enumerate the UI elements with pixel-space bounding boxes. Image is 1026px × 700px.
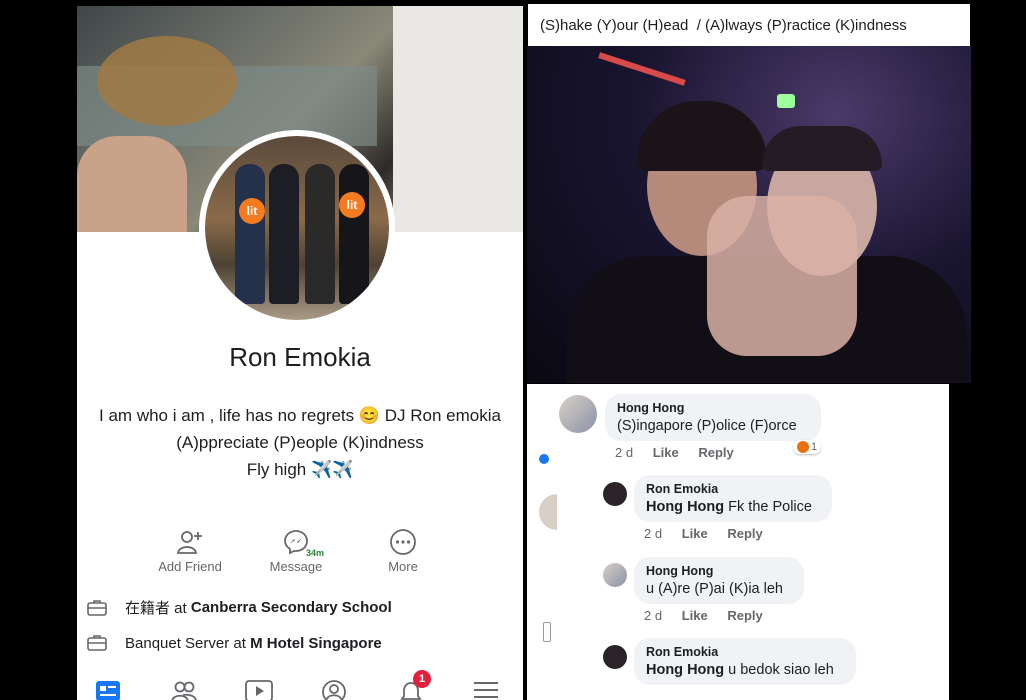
info-row-school[interactable]: 在籍者 at Canberra Secondary School (87, 597, 392, 618)
comment-bubble: Ron Emokia Hong Hong u bedok siao leh (634, 638, 856, 685)
comment-author[interactable]: Ron Emokia (646, 645, 844, 659)
commenter-avatar[interactable] (603, 482, 627, 506)
commenter-avatar[interactable] (603, 563, 627, 587)
post-caption: (S)hake (Y)our (H)ead / (A)lways (P)ract… (540, 17, 907, 34)
more-button[interactable]: More (358, 528, 448, 574)
friends-icon[interactable] (171, 680, 197, 700)
comment-meta: 2 d Like Reply (615, 445, 750, 460)
comment-time: 2 d (644, 526, 663, 541)
comment-bubble: Ron Emokia Hong Hong Fk the Police (634, 475, 832, 522)
profile-bio: I am who i am , life has no regrets 😊 DJ… (77, 402, 523, 483)
lit-emoji: lit (339, 192, 365, 218)
message-badge: 34m (304, 548, 327, 558)
comment-meta: 2 d Like Reply (644, 608, 779, 623)
comment-author[interactable]: Hong Hong (617, 401, 809, 415)
profile-actions: Add Friend 34m Message More (77, 528, 523, 578)
info-prefix: Banquet Server at (125, 634, 251, 652)
watch-icon[interactable] (245, 680, 273, 700)
reply-link[interactable]: Reply (727, 526, 762, 541)
photo-hand (707, 196, 857, 356)
profile-icon[interactable] (321, 680, 347, 700)
info-row-work[interactable]: Banquet Server at M Hotel Singapore (87, 634, 382, 652)
bio-line: I am who i am , life has no regrets 😊 DJ… (99, 406, 501, 425)
news-feed-icon[interactable] (95, 680, 121, 700)
comment-text: u (A)re (P)ai (K)ia leh (646, 581, 783, 597)
like-link[interactable]: Like (653, 445, 679, 460)
post-photo[interactable] (527, 46, 971, 383)
comment-author[interactable]: Ron Emokia (646, 482, 820, 496)
add-friend-label: Add Friend (158, 559, 222, 574)
info-place-link[interactable]: Canberra Secondary School (191, 599, 392, 616)
commenter-avatar[interactable] (603, 645, 627, 669)
avatar-person (235, 164, 265, 304)
info-place-link[interactable]: M Hotel Singapore (250, 635, 382, 652)
photo-light (777, 94, 795, 108)
avatar-photo: lit lit (205, 136, 389, 320)
message-button[interactable]: 34m Message (251, 528, 341, 574)
avatar-person (269, 164, 299, 304)
reaction-number: 1 (811, 441, 818, 453)
reply-link[interactable]: Reply (727, 608, 762, 623)
add-friend-icon (176, 531, 202, 554)
cover-basket (97, 36, 237, 126)
online-dot (539, 454, 549, 464)
notification-badge: 1 (413, 670, 431, 688)
comment-text: Hong Hong u bedok siao leh (646, 662, 844, 678)
photo-hair (637, 101, 767, 171)
comment-text: Hong Hong Fk the Police (646, 499, 820, 515)
like-link[interactable]: Like (682, 526, 708, 541)
profile-avatar[interactable]: lit lit (199, 130, 395, 326)
comment-text: (S)ingapore (P)olice (F)orce (617, 418, 797, 434)
comment-mention[interactable]: Hong Hong (646, 662, 724, 678)
comment-meta: 2 d Like Reply (644, 526, 779, 541)
post-caption-box: (S)hake (Y)our (H)ead / (A)lways (P)ract… (528, 4, 970, 46)
comment-bubble: Hong Hong u (A)re (P)ai (K)ia leh (634, 557, 804, 604)
cover-arm (77, 136, 187, 232)
menu-icon[interactable] (473, 680, 499, 700)
avatar-person (305, 164, 335, 304)
photo-hair (762, 126, 882, 171)
avatar-person (339, 164, 369, 304)
bottom-tab-bar (77, 670, 523, 700)
more-icon (390, 529, 416, 555)
info-prefix: 在籍者 at (125, 600, 191, 617)
reply-link[interactable]: Reply (698, 445, 733, 460)
bio-line: Fly high ✈️✈️ (246, 460, 354, 479)
profile-name: Ron Emokia (229, 342, 371, 372)
like-link[interactable]: Like (682, 608, 708, 623)
briefcase-icon (87, 599, 107, 616)
comment-time: 2 d (615, 445, 634, 460)
commenter-avatar[interactable] (559, 395, 597, 433)
comment-mention[interactable]: Hong Hong (646, 499, 724, 515)
camera-icon (543, 622, 551, 642)
angry-reaction-icon (797, 441, 809, 453)
cover-shirt (393, 6, 523, 232)
lit-emoji: lit (239, 198, 265, 224)
photo-light (598, 52, 686, 86)
reaction-count[interactable]: 1 (793, 440, 822, 454)
message-label: Message (269, 559, 323, 574)
briefcase-icon (87, 635, 107, 651)
comment-body: Fk the Police (724, 499, 812, 515)
add-friend-button[interactable]: Add Friend (145, 528, 235, 574)
comments-panel: Hong Hong (S)ingapore (P)olice (F)orce 1… (527, 384, 949, 700)
partial-avatar (539, 494, 557, 530)
comment-bubble: Hong Hong (S)ingapore (P)olice (F)orce (605, 394, 821, 441)
comment-body: u bedok siao leh (724, 662, 834, 678)
bio-line: (A)ppreciate (P)eople (K)indness (176, 433, 424, 452)
comment-time: 2 d (644, 608, 663, 623)
comment-author[interactable]: Hong Hong (646, 564, 792, 578)
profile-panel: lit lit Ron Emokia I am who i am , life … (77, 6, 523, 700)
more-label: More (388, 559, 418, 574)
